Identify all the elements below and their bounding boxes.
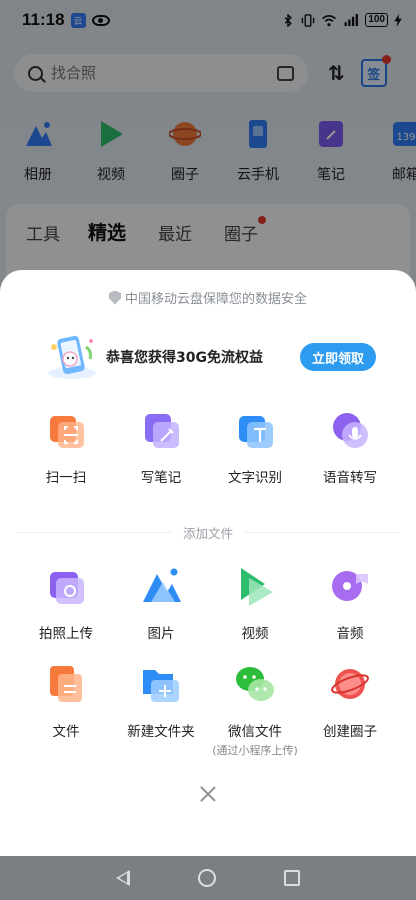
home-icon[interactable] xyxy=(198,869,216,887)
recent-apps-icon[interactable] xyxy=(284,870,300,886)
add-file-label: 拍照上传 xyxy=(39,626,93,642)
close-icon[interactable] xyxy=(196,782,220,806)
promo-banner[interactable]: 恭喜您获得30G免流权益 立即领取 xyxy=(46,332,376,382)
tool-voice-transcribe[interactable]: 语音转写 xyxy=(307,410,393,486)
add-file-label: 文件 xyxy=(52,724,80,740)
add-bottom-sheet: 中国移动云盘保障您的数据安全 恭喜您获得30G免流权益 立即领取 扫一扫 写笔记… xyxy=(0,270,416,856)
camera-upload-icon xyxy=(50,572,84,604)
write-note-icon xyxy=(145,414,179,448)
add-video[interactable]: 视频 xyxy=(212,566,298,642)
add-files-heading: 添加文件 xyxy=(183,525,234,541)
video-icon xyxy=(241,568,273,606)
add-image[interactable]: 图片 xyxy=(118,566,204,642)
tool-label: 语音转写 xyxy=(323,470,377,486)
create-circle-icon xyxy=(331,669,369,699)
wechat-icon xyxy=(236,667,274,701)
voice-transcribe-icon xyxy=(333,413,368,448)
add-file-label: 视频 xyxy=(241,626,269,642)
back-icon[interactable] xyxy=(116,870,130,886)
audio-icon xyxy=(332,571,368,601)
claim-now-button[interactable]: 立即领取 xyxy=(300,343,376,371)
add-camera-upload[interactable]: 拍照上传 xyxy=(23,566,109,642)
shield-icon xyxy=(108,290,121,305)
tool-text-recognition[interactable]: 文字识别 xyxy=(212,410,298,486)
add-file-label: 音频 xyxy=(336,626,364,642)
file-icon xyxy=(50,666,82,702)
add-file-label: 微信文件 xyxy=(228,724,282,740)
add-file-label: 图片 xyxy=(147,626,175,642)
add-file-label: 新建文件夹 xyxy=(127,724,195,740)
wechat-sublabel: (通过小程序上传) xyxy=(212,744,298,757)
new-folder-icon xyxy=(143,670,179,702)
gift-phone-icon xyxy=(48,335,96,379)
text-recognition-icon xyxy=(239,416,273,448)
add-file[interactable]: 文件 xyxy=(23,664,109,740)
add-wechat-file[interactable]: 微信文件 (通过小程序上传) xyxy=(212,664,298,758)
tool-scan[interactable]: 扫一扫 xyxy=(23,410,109,486)
add-new-folder[interactable]: 新建文件夹 xyxy=(118,664,204,740)
add-audio[interactable]: 音频 xyxy=(307,566,393,642)
tool-write-note[interactable]: 写笔记 xyxy=(118,410,204,486)
tool-label: 扫一扫 xyxy=(45,470,87,486)
image-icon xyxy=(143,568,181,602)
scan-icon xyxy=(50,416,84,448)
security-notice-text: 中国移动云盘保障您的数据安全 xyxy=(124,292,307,307)
tool-label: 写笔记 xyxy=(140,470,182,486)
tool-label: 文字识别 xyxy=(228,470,282,486)
add-files-divider: 添加文件 xyxy=(18,522,399,542)
promo-text: 恭喜您获得30G免流权益 xyxy=(106,350,263,366)
divider-line xyxy=(18,531,171,533)
security-notice: 中国移动云盘保障您的数据安全 xyxy=(0,288,416,307)
divider-line xyxy=(245,531,399,533)
add-create-circle[interactable]: 创建圈子 xyxy=(307,664,393,740)
add-file-label: 创建圈子 xyxy=(323,724,377,740)
system-nav-bar xyxy=(0,856,416,900)
